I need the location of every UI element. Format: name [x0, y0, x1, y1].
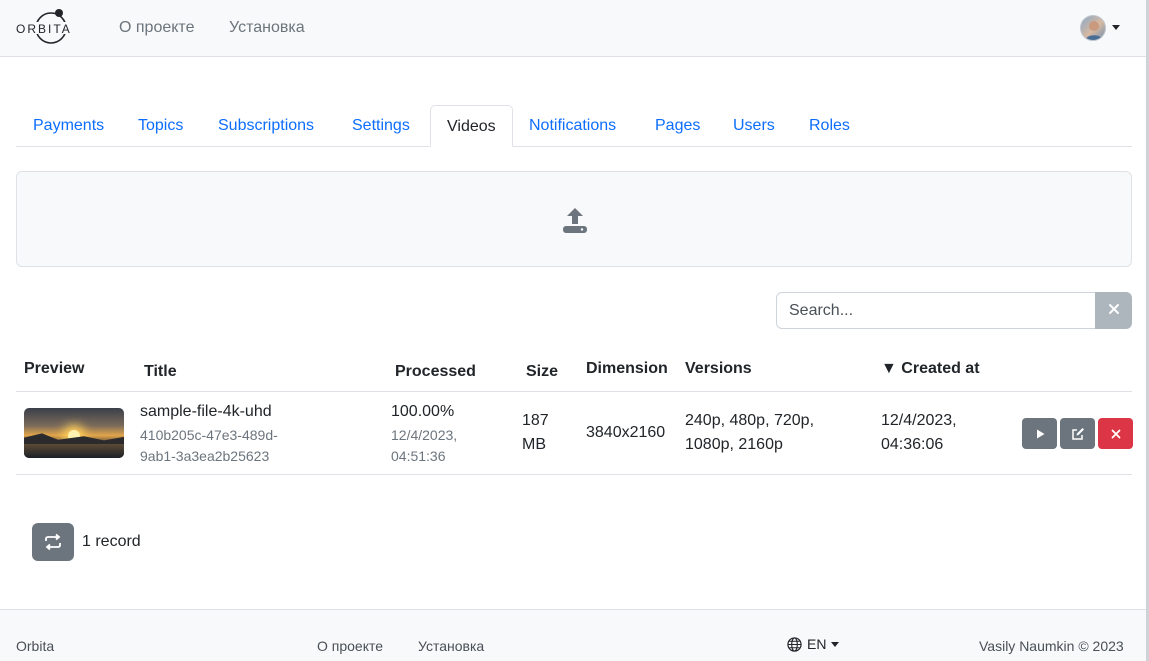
- tab-subscriptions[interactable]: Subscriptions: [202, 105, 330, 147]
- tab-users[interactable]: Users: [717, 105, 791, 147]
- versions-line1: 240p, 480p, 720p,: [685, 412, 815, 429]
- edit-button[interactable]: [1060, 418, 1095, 449]
- globe-icon: [787, 636, 802, 652]
- language-label: EN: [807, 636, 827, 652]
- user-menu-caret-icon[interactable]: [1112, 25, 1120, 30]
- column-header-dimension: Dimension: [586, 360, 668, 377]
- versions-line2: 1080p, 2160p: [685, 436, 783, 453]
- nav-link-about[interactable]: О проекте: [119, 19, 194, 37]
- video-upload-dropzone[interactable]: [16, 171, 1132, 267]
- refresh-arrows-icon: [45, 533, 61, 551]
- delete-button[interactable]: [1098, 418, 1133, 449]
- dimension-value: 3840x2160: [586, 424, 666, 441]
- processed-time: 04:51:36: [391, 448, 446, 464]
- play-icon: [1036, 429, 1044, 438]
- footer-brand: Orbita: [16, 638, 55, 654]
- search-input[interactable]: [776, 292, 1096, 329]
- user-avatar[interactable]: [1080, 15, 1106, 41]
- tab-notifications[interactable]: Notifications: [513, 105, 632, 147]
- refresh-button[interactable]: [32, 523, 74, 561]
- page-footer: Orbita О проекте Установка EN Vasily Nau…: [0, 609, 1146, 661]
- size-unit: MB: [522, 436, 546, 453]
- column-header-preview: Preview: [24, 360, 85, 377]
- tab-roles[interactable]: Roles: [793, 105, 866, 147]
- column-header-versions: Versions: [685, 360, 752, 377]
- close-icon: [1108, 304, 1119, 314]
- processed-date: 12/4/2023,: [391, 427, 458, 443]
- tab-settings[interactable]: Settings: [336, 105, 426, 147]
- row-divider: [16, 474, 1132, 475]
- logo-text: ORBITA: [16, 22, 72, 36]
- video-title: sample-file-4k-uhd: [140, 403, 272, 420]
- admin-tabs: Payments Topics Subscriptions Settings V…: [16, 105, 1132, 147]
- tab-topics[interactable]: Topics: [122, 105, 199, 147]
- column-header-processed[interactable]: Processed: [395, 363, 476, 381]
- tab-pages[interactable]: Pages: [639, 105, 716, 147]
- processed-percent: 100.00%: [391, 403, 455, 420]
- close-icon: [1111, 429, 1120, 438]
- orbita-logo[interactable]: ORBITA: [15, 8, 89, 48]
- created-date: 12/4/2023,: [881, 412, 957, 429]
- nav-link-install[interactable]: Установка: [229, 19, 305, 37]
- edit-icon: [1071, 427, 1084, 440]
- video-uuid-line2: 9ab1-3a3ea2b25623: [140, 448, 270, 464]
- language-selector[interactable]: EN: [787, 636, 840, 652]
- video-uuid-line1: 410b205c-47e3-489d-: [140, 427, 278, 443]
- top-navbar: ORBITA О проекте Установка: [0, 0, 1146, 57]
- header-divider: [16, 391, 1132, 392]
- clear-search-button[interactable]: [1095, 292, 1132, 329]
- footer-link-about[interactable]: О проекте: [317, 638, 383, 654]
- video-thumbnail[interactable]: [24, 408, 124, 458]
- chevron-down-icon: [831, 641, 840, 647]
- column-header-size[interactable]: Size: [526, 363, 558, 381]
- play-button[interactable]: [1022, 418, 1057, 449]
- upload-icon: [563, 208, 587, 233]
- tab-payments[interactable]: Payments: [17, 105, 120, 147]
- footer-link-install[interactable]: Установка: [418, 638, 484, 654]
- column-header-created-at[interactable]: ▼ Created at: [881, 360, 980, 378]
- created-time: 04:36:06: [881, 436, 944, 453]
- size-value: 187: [522, 412, 549, 429]
- footer-copyright: Vasily Naumkin © 2023: [979, 638, 1124, 654]
- records-count: 1 record: [82, 533, 141, 550]
- tab-videos[interactable]: Videos: [430, 105, 513, 147]
- column-header-title[interactable]: Title: [144, 363, 177, 381]
